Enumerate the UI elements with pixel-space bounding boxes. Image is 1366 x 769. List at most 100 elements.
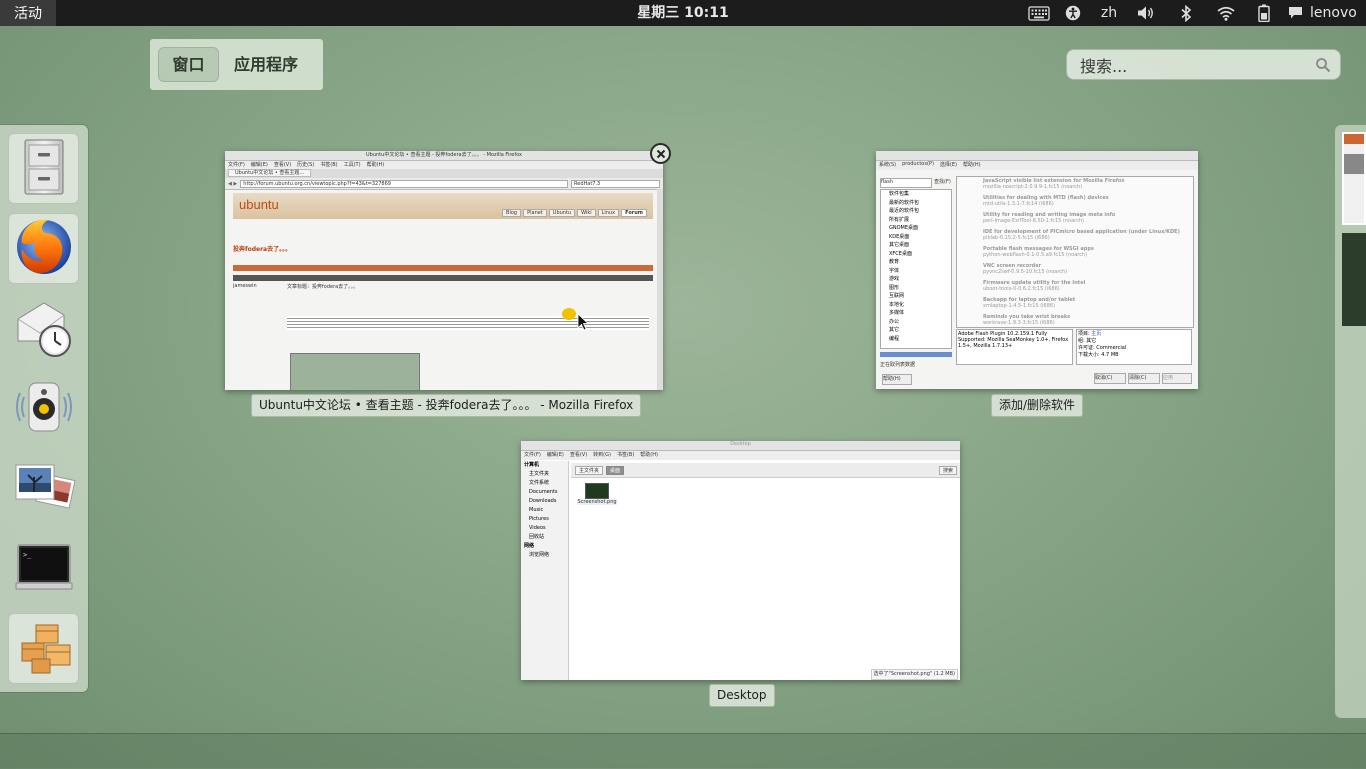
dash-item-rhythmbox[interactable] <box>8 373 79 444</box>
dash-item-shotwell[interactable] <box>8 453 79 524</box>
category-item[interactable]: 其它 <box>889 326 951 335</box>
category-item[interactable]: 最新的软件包 <box>889 199 951 208</box>
menu-tools[interactable]: 工具(T) <box>344 161 361 169</box>
dash-item-terminal[interactable]: >_ <box>8 533 79 604</box>
apply-button[interactable]: 应用 <box>1162 373 1192 384</box>
desktop-window[interactable]: Desktop 文件(F) 编辑(E) 查看(V) 转到(G) 书签(B) 帮助… <box>521 441 960 680</box>
package-row[interactable]: JavaScript visible list extension for Mo… <box>957 177 1193 194</box>
firefox-tab[interactable]: Ubuntu中文论坛 • 查看主题... <box>228 169 312 177</box>
menu-view[interactable]: 查看(V) <box>570 451 587 460</box>
nav-forum[interactable]: Forum <box>621 209 647 217</box>
category-item[interactable]: 所有扩展 <box>889 216 951 225</box>
category-item[interactable]: 其它桌面 <box>889 241 951 250</box>
file-item[interactable]: Screenshot.png <box>577 483 617 505</box>
firefox-search-bar[interactable]: RedHat7.3 <box>571 179 660 188</box>
search-entry[interactable]: 搜索... <box>1066 49 1341 80</box>
firefox-url-bar[interactable]: http://forum.ubuntu.org.cn/viewtopic.php… <box>240 179 568 188</box>
category-item[interactable]: 字体 <box>889 267 951 276</box>
dash-item-software[interactable] <box>8 613 79 684</box>
menu-history[interactable]: 历史(S) <box>297 161 314 169</box>
sidebar-item-network[interactable]: 浏览网络 <box>524 551 568 560</box>
post-author[interactable]: jameswin <box>233 283 283 289</box>
package-row[interactable]: VNC screen recorder pyvnc2swf-0.9.5-10.fc… <box>957 262 1193 279</box>
menu-help[interactable]: 帮助(H) <box>367 161 385 169</box>
package-row[interactable]: Utilities for dealing with MTD (flash) d… <box>957 194 1193 211</box>
menu-help[interactable]: 帮助(H) <box>963 161 981 170</box>
menu-file[interactable]: 文件(F) <box>524 451 541 460</box>
category-item[interactable]: 互联网 <box>889 292 951 301</box>
package-row[interactable]: Utility for reading and writing image me… <box>957 211 1193 228</box>
menu-view[interactable]: 查看(V) <box>274 161 291 169</box>
activities-button[interactable]: 活动 <box>0 0 56 26</box>
menu-packages[interactable]: productos(P) <box>902 161 934 170</box>
category-item[interactable]: 图形 <box>889 284 951 293</box>
category-item[interactable]: 最近的软件包 <box>889 207 951 216</box>
category-item[interactable]: 游戏 <box>889 275 951 284</box>
firefox-window[interactable]: Ubuntu中文论坛 • 查看主题 - 投奔fodera去了。。。 - Mozi… <box>225 151 663 390</box>
sidebar-item-home[interactable]: 主文件夹 <box>524 470 568 479</box>
sidebar-item-music[interactable]: Music <box>524 506 568 515</box>
sidebar-item-filesystem[interactable]: 文件系统 <box>524 479 568 488</box>
category-item[interactable]: KDE桌面 <box>889 233 951 242</box>
category-item[interactable]: GNOME桌面 <box>889 224 951 233</box>
wifi-icon[interactable] <box>1206 0 1246 26</box>
clear-button[interactable]: 清除(C) <box>1128 373 1160 384</box>
applications-tab[interactable]: 应用程序 <box>226 47 306 82</box>
sidebar-item-trash[interactable]: 回收站 <box>524 533 568 542</box>
sidebar-item-documents[interactable]: Documents <box>524 488 568 497</box>
input-method-label[interactable]: zh <box>1092 0 1126 26</box>
help-button[interactable]: 帮助(H) <box>882 374 912 385</box>
package-row[interactable]: Backapp for laptop and/or tablet xmlaptop… <box>957 296 1193 313</box>
nav-planet[interactable]: Planet <box>523 209 547 217</box>
category-item[interactable]: 多媒体 <box>889 309 951 318</box>
workspace-2[interactable] <box>1342 233 1366 326</box>
menu-select[interactable]: 选择(E) <box>940 161 957 170</box>
dash-item-files[interactable] <box>8 133 79 204</box>
chat-icon[interactable] <box>1282 0 1308 26</box>
menu-bookmarks[interactable]: 书签(B) <box>617 451 634 460</box>
path-desktop[interactable]: 桌面 <box>606 465 625 475</box>
keyboard-icon[interactable] <box>1024 0 1054 26</box>
category-item[interactable]: 编程 <box>889 335 951 344</box>
package-filter[interactable]: flash <box>880 178 932 188</box>
category-item[interactable]: 本地化 <box>889 301 951 310</box>
menu-help[interactable]: 帮助(H) <box>640 451 658 460</box>
close-window-button[interactable] <box>650 143 671 164</box>
menu-edit[interactable]: 编辑(E) <box>251 161 268 169</box>
path-home[interactable]: 主文件夹 <box>575 465 604 475</box>
workspace-1[interactable] <box>1342 132 1366 225</box>
nav-ubuntu[interactable]: Ubuntu <box>548 209 576 217</box>
package-row[interactable]: IDE for development of PICmicro based ap… <box>957 228 1193 245</box>
volume-icon[interactable] <box>1126 0 1166 26</box>
package-row[interactable]: Firmware update utility for the Intel ubo… <box>957 279 1193 296</box>
clock-label[interactable]: 星期三 10:11 <box>637 5 728 21</box>
menu-file[interactable]: 文件(F) <box>228 161 245 169</box>
sidebar-item-downloads[interactable]: Downloads <box>524 497 568 506</box>
windows-tab[interactable]: 窗口 <box>158 47 219 82</box>
search-button[interactable]: 搜索 <box>938 465 957 475</box>
sidebar-item-videos[interactable]: Videos <box>524 524 568 533</box>
menu-bookmarks[interactable]: 书签(B) <box>320 161 337 169</box>
menu-go[interactable]: 转到(G) <box>593 451 611 460</box>
category-item[interactable]: 软件包集 <box>889 190 951 199</box>
bluetooth-icon[interactable] <box>1166 0 1206 26</box>
battery-icon[interactable] <box>1246 0 1282 26</box>
package-row[interactable]: Portable flash messages for WSGI apps pyt… <box>957 245 1193 262</box>
nav-wiki[interactable]: Wiki <box>577 209 596 217</box>
menu-system[interactable]: 系统(S) <box>879 161 896 170</box>
sidebar-item-pictures[interactable]: Pictures <box>524 515 568 524</box>
cancel-button[interactable]: 取消(C) <box>1094 373 1126 384</box>
user-menu[interactable]: lenovo <box>1308 0 1366 26</box>
dash-item-firefox[interactable] <box>8 213 79 284</box>
accessibility-icon[interactable] <box>1054 0 1092 26</box>
firefox-scrollbar[interactable] <box>657 189 663 390</box>
find-button[interactable]: 查找(F) <box>934 178 954 186</box>
software-window[interactable]: 系统(S) productos(P) 选择(E) 帮助(H) flash 查找(… <box>876 151 1198 389</box>
category-item[interactable]: XFCE桌面 <box>889 250 951 259</box>
dash-item-evolution[interactable] <box>8 293 79 364</box>
category-item[interactable]: 办公 <box>889 318 951 327</box>
category-item[interactable]: 教育 <box>889 258 951 267</box>
package-row[interactable]: Reminds you take wrist breaks workrave-1.… <box>957 313 1193 327</box>
menu-edit[interactable]: 编辑(E) <box>547 451 564 460</box>
back-icon[interactable]: ◀ ▶ <box>228 181 237 187</box>
